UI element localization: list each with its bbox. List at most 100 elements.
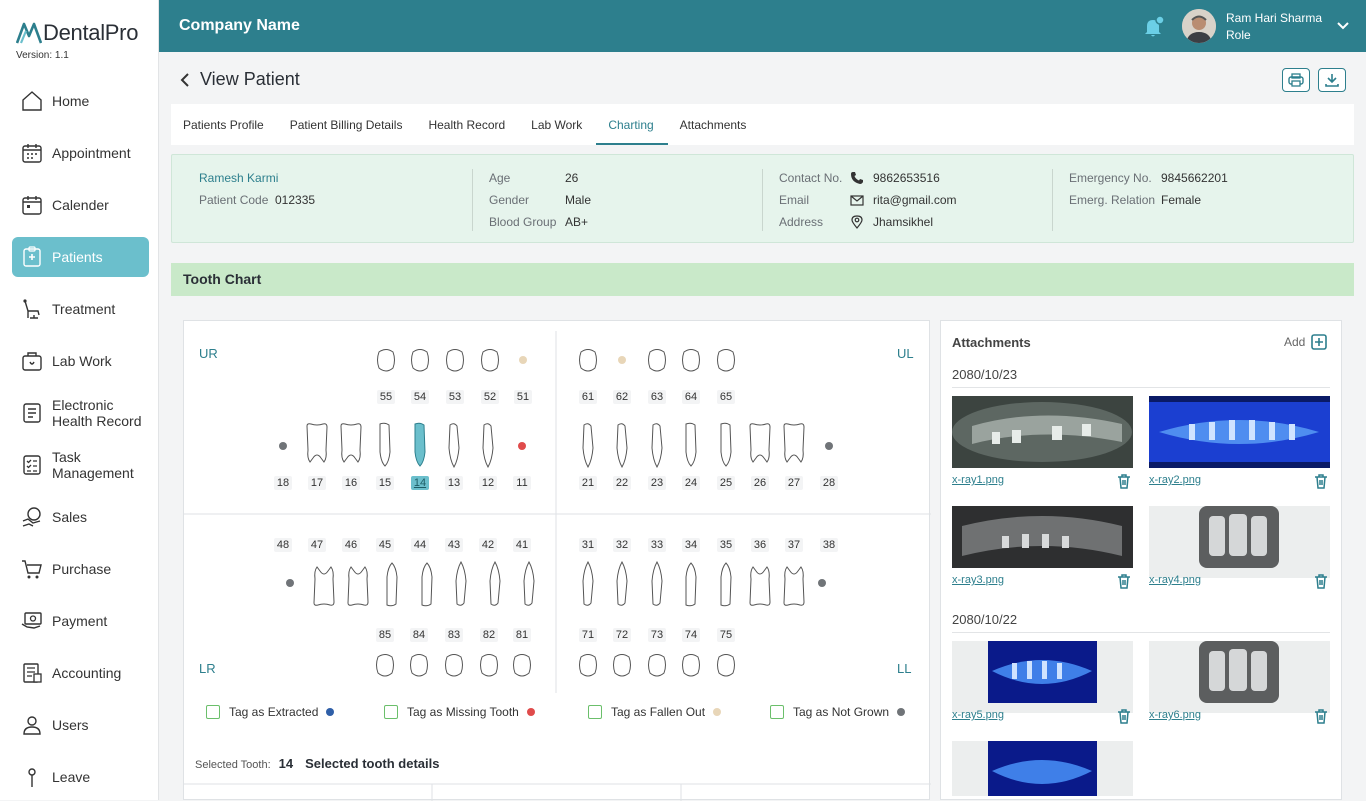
tooth-22[interactable] xyxy=(609,422,635,470)
tooth-number-51[interactable]: 51 xyxy=(514,390,532,404)
chevron-down-icon[interactable] xyxy=(1335,18,1351,34)
tooth-number-13[interactable]: 13 xyxy=(445,476,463,490)
attachment-filename[interactable]: x-ray1.png xyxy=(952,474,1004,486)
tooth-number-53[interactable]: 53 xyxy=(446,390,464,404)
tooth-14[interactable] xyxy=(407,422,433,470)
sidebar-item-appointment[interactable]: Appointment xyxy=(12,133,149,173)
tooth-number-42[interactable]: 42 xyxy=(479,538,497,552)
trash-icon[interactable] xyxy=(1116,708,1132,724)
tooth-number-46[interactable]: 46 xyxy=(342,538,360,552)
tooth-32[interactable] xyxy=(609,559,635,607)
tooth-status-dot-11[interactable] xyxy=(518,442,526,450)
tooth-number-12[interactable]: 12 xyxy=(479,476,497,490)
tab-charting[interactable]: Charting xyxy=(596,104,669,145)
checkbox[interactable] xyxy=(384,705,398,719)
attachment-filename[interactable]: x-ray5.png xyxy=(952,709,1004,721)
tag-not-grown[interactable]: Tag as Not Grown xyxy=(770,705,906,719)
tooth-73[interactable] xyxy=(646,651,668,681)
tooth-41[interactable] xyxy=(516,559,542,607)
attachment-filename[interactable]: x-ray4.png xyxy=(1149,574,1201,586)
tooth-number-83[interactable]: 83 xyxy=(445,628,463,642)
attachment-filename[interactable]: x-ray6.png xyxy=(1149,709,1201,721)
tooth-number-37[interactable]: 37 xyxy=(785,538,803,552)
tooth-number-74[interactable]: 74 xyxy=(682,628,700,642)
tooth-number-38[interactable]: 38 xyxy=(820,538,838,552)
tooth-44[interactable] xyxy=(414,559,440,607)
tooth-number-47[interactable]: 47 xyxy=(308,538,326,552)
print-button[interactable] xyxy=(1282,68,1310,92)
tooth-45[interactable] xyxy=(379,559,405,607)
tooth-number-81[interactable]: 81 xyxy=(513,628,531,642)
trash-icon[interactable] xyxy=(1313,708,1329,724)
tooth-71[interactable] xyxy=(577,651,599,681)
tooth-number-64[interactable]: 64 xyxy=(682,390,700,404)
sidebar-item-payment[interactable]: Payment xyxy=(12,601,149,641)
tooth-number-27[interactable]: 27 xyxy=(785,476,803,490)
checkbox[interactable] xyxy=(770,705,784,719)
tooth-64[interactable] xyxy=(680,346,702,376)
tooth-43[interactable] xyxy=(448,559,474,607)
tooth-number-16[interactable]: 16 xyxy=(342,476,360,490)
tooth-status-dot-48[interactable] xyxy=(286,579,294,587)
tooth-33[interactable] xyxy=(644,559,670,607)
tooth-number-84[interactable]: 84 xyxy=(410,628,428,642)
tooth-75[interactable] xyxy=(715,651,737,681)
tooth-42[interactable] xyxy=(482,559,508,607)
sidebar-item-calender[interactable]: Calender xyxy=(12,185,149,225)
tooth-number-55[interactable]: 55 xyxy=(377,390,395,404)
tooth-number-71[interactable]: 71 xyxy=(579,628,597,642)
tooth-47[interactable] xyxy=(311,559,337,607)
tooth-53[interactable] xyxy=(444,346,466,376)
tab-attachments[interactable]: Attachments xyxy=(668,104,761,145)
tooth-35[interactable] xyxy=(713,559,739,607)
tooth-72[interactable] xyxy=(611,651,633,681)
tooth-37[interactable] xyxy=(781,559,807,607)
tooth-number-63[interactable]: 63 xyxy=(648,390,666,404)
xray-thumbnail[interactable] xyxy=(952,396,1133,468)
tooth-number-85[interactable]: 85 xyxy=(376,628,394,642)
sidebar-item-patients[interactable]: Patients xyxy=(12,237,149,277)
tooth-status-dot-62[interactable] xyxy=(618,356,626,364)
tooth-84[interactable] xyxy=(408,651,430,681)
tag-extracted[interactable]: Tag as Extracted xyxy=(206,705,335,719)
tooth-number-48[interactable]: 48 xyxy=(274,538,292,552)
tooth-number-28[interactable]: 28 xyxy=(820,476,838,490)
trash-icon[interactable] xyxy=(1313,573,1329,589)
checkbox[interactable] xyxy=(206,705,220,719)
tooth-number-65[interactable]: 65 xyxy=(717,390,735,404)
tooth-number-31[interactable]: 31 xyxy=(579,538,597,552)
tooth-number-25[interactable]: 25 xyxy=(717,476,735,490)
tooth-26[interactable] xyxy=(747,422,773,470)
tooth-number-26[interactable]: 26 xyxy=(751,476,769,490)
tooth-15[interactable] xyxy=(372,422,398,470)
xray-thumbnail[interactable] xyxy=(952,506,1133,578)
sidebar-item-users[interactable]: Users xyxy=(12,705,149,745)
tooth-number-82[interactable]: 82 xyxy=(480,628,498,642)
attachment-filename[interactable]: x-ray2.png xyxy=(1149,474,1201,486)
tooth-number-22[interactable]: 22 xyxy=(613,476,631,490)
tooth-36[interactable] xyxy=(747,559,773,607)
tooth-number-11[interactable]: 11 xyxy=(513,476,531,490)
tooth-number-72[interactable]: 72 xyxy=(613,628,631,642)
tooth-number-33[interactable]: 33 xyxy=(648,538,666,552)
tooth-46[interactable] xyxy=(345,559,371,607)
tooth-number-36[interactable]: 36 xyxy=(751,538,769,552)
sidebar-item-purchase[interactable]: Purchase xyxy=(12,549,149,589)
tag-missing-tooth[interactable]: Tag as Missing Tooth xyxy=(384,705,535,719)
trash-icon[interactable] xyxy=(1116,573,1132,589)
tooth-number-54[interactable]: 54 xyxy=(411,390,429,404)
tooth-number-18[interactable]: 18 xyxy=(274,476,292,490)
tooth-55[interactable] xyxy=(375,346,397,376)
xray-thumbnail[interactable] xyxy=(1149,641,1330,713)
tab-lab-work[interactable]: Lab Work xyxy=(519,104,596,145)
xray-thumbnail[interactable] xyxy=(952,741,1133,796)
tooth-number-34[interactable]: 34 xyxy=(682,538,700,552)
tooth-number-17[interactable]: 17 xyxy=(308,476,326,490)
sidebar-item-leave[interactable]: Leave xyxy=(12,757,149,797)
tab-patients-profile[interactable]: Patients Profile xyxy=(171,104,278,145)
tooth-number-23[interactable]: 23 xyxy=(648,476,666,490)
tooth-52[interactable] xyxy=(479,346,501,376)
tooth-17[interactable] xyxy=(304,422,330,470)
tooth-number-45[interactable]: 45 xyxy=(376,538,394,552)
tag-fallen-out[interactable]: Tag as Fallen Out xyxy=(588,705,722,719)
